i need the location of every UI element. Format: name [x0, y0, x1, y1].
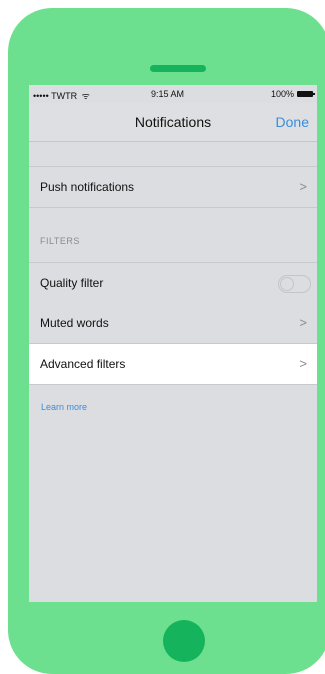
- toggle-knob: [280, 277, 294, 291]
- push-notifications-row[interactable]: Push notifications >: [29, 166, 317, 208]
- push-notifications-label: Push notifications: [40, 180, 135, 194]
- quality-filter-row: Quality filter: [29, 262, 317, 304]
- navigation-bar: Notifications Done: [29, 103, 317, 142]
- battery-icon: [297, 91, 315, 97]
- learn-more-link[interactable]: Learn more: [41, 402, 87, 412]
- wifi-icon: ᯤ: [81, 91, 90, 101]
- done-button[interactable]: Done: [276, 114, 309, 130]
- phone-speaker: [150, 65, 206, 72]
- battery-status: 100%: [270, 89, 315, 99]
- advanced-filters-row[interactable]: Advanced filters >: [29, 344, 317, 385]
- advanced-filters-label: Advanced filters: [40, 357, 126, 371]
- status-bar: ••••• TWTR ᯤ 9:15 AM 100%: [29, 85, 317, 103]
- page-title: Notifications: [134, 114, 212, 130]
- chevron-right-icon: >: [299, 179, 307, 194]
- chevron-right-icon: >: [299, 315, 307, 330]
- quality-filter-label: Quality filter: [40, 276, 104, 290]
- muted-words-label: Muted words: [40, 316, 109, 330]
- carrier-label: ••••• TWTR ᯤ: [33, 89, 90, 102]
- home-button[interactable]: [163, 620, 205, 662]
- filters-section-header: FILTERS: [40, 236, 80, 246]
- status-time: 9:15 AM: [151, 89, 185, 99]
- carrier-text: ••••• TWTR: [33, 91, 78, 101]
- chevron-right-icon: >: [299, 356, 307, 371]
- battery-percent: 100%: [270, 89, 294, 99]
- muted-words-row[interactable]: Muted words >: [29, 303, 317, 344]
- quality-filter-toggle[interactable]: [278, 275, 311, 293]
- phone-screen: ••••• TWTR ᯤ 9:15 AM 100% Notifications …: [29, 85, 317, 602]
